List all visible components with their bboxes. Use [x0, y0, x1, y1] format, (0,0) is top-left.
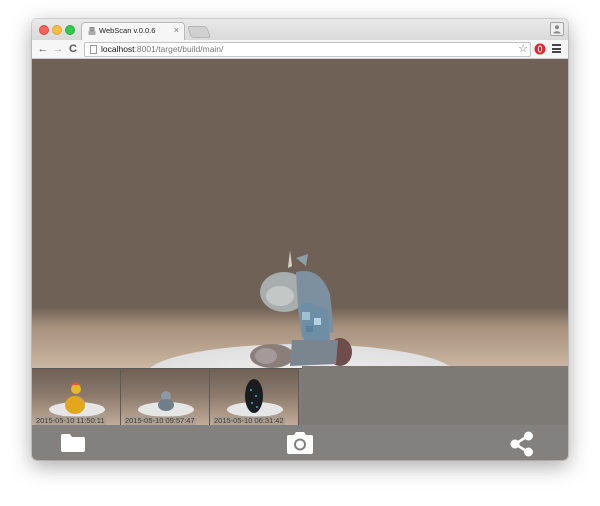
- browser-window: WebScan v.0.0.6 × ← → C localhost:8001/t…: [32, 19, 568, 460]
- viewport-panel-shadow: [302, 366, 568, 426]
- url-text: localhost:8001/target/build/main/: [101, 44, 223, 54]
- profile-button[interactable]: [550, 22, 564, 36]
- browser-tab[interactable]: WebScan v.0.0.6 ×: [81, 22, 185, 40]
- url-path: :8001/target/build/main/: [134, 44, 224, 54]
- scan-thumbnail[interactable]: 2015-05-10 11:50:11: [32, 369, 121, 426]
- url-host: localhost: [101, 44, 135, 54]
- window-maximize-button[interactable]: [65, 25, 75, 35]
- small-gray-figure-model: [158, 391, 174, 411]
- bottom-toolbar: [32, 425, 568, 460]
- tab-title: WebScan v.0.0.6: [99, 26, 156, 35]
- browser-menu-icon[interactable]: [552, 44, 562, 54]
- reload-button[interactable]: C: [67, 43, 79, 55]
- browser-toolbar: ← → C localhost:8001/target/build/main/ …: [32, 40, 568, 59]
- folder-icon[interactable]: [60, 433, 86, 453]
- bookmark-star-icon[interactable]: ☆: [518, 42, 528, 55]
- opera-extension-icon[interactable]: [534, 43, 546, 55]
- 3d-viewport[interactable]: 2015-05-10 11:50:11 2015-05-10 09:57:47: [32, 59, 568, 460]
- scanned-model: [250, 250, 352, 368]
- address-bar[interactable]: localhost:8001/target/build/main/ ☆: [84, 42, 531, 57]
- camera-icon[interactable]: [285, 431, 315, 455]
- scan-thumbnail-strip: 2015-05-10 11:50:11 2015-05-10 09:57:47: [32, 368, 302, 426]
- share-icon[interactable]: [509, 431, 535, 457]
- dark-speckled-model: [245, 379, 263, 413]
- tab-bar: WebScan v.0.0.6 ×: [32, 19, 568, 40]
- new-tab-button[interactable]: [186, 26, 212, 38]
- back-button[interactable]: ←: [37, 43, 49, 55]
- forward-button[interactable]: →: [52, 43, 64, 55]
- yellow-duck-model: [65, 382, 85, 414]
- window-minimize-button[interactable]: [52, 25, 62, 35]
- scan-thumbnail[interactable]: 2015-05-10 09:57:47: [121, 369, 210, 426]
- person-icon: [553, 25, 561, 34]
- window-close-button[interactable]: [39, 25, 49, 35]
- tab-close-button[interactable]: ×: [174, 25, 179, 35]
- page-icon: [90, 45, 97, 54]
- robot-icon: [88, 27, 96, 35]
- scan-thumbnail[interactable]: 2015-05-10 06:31:42: [210, 369, 299, 426]
